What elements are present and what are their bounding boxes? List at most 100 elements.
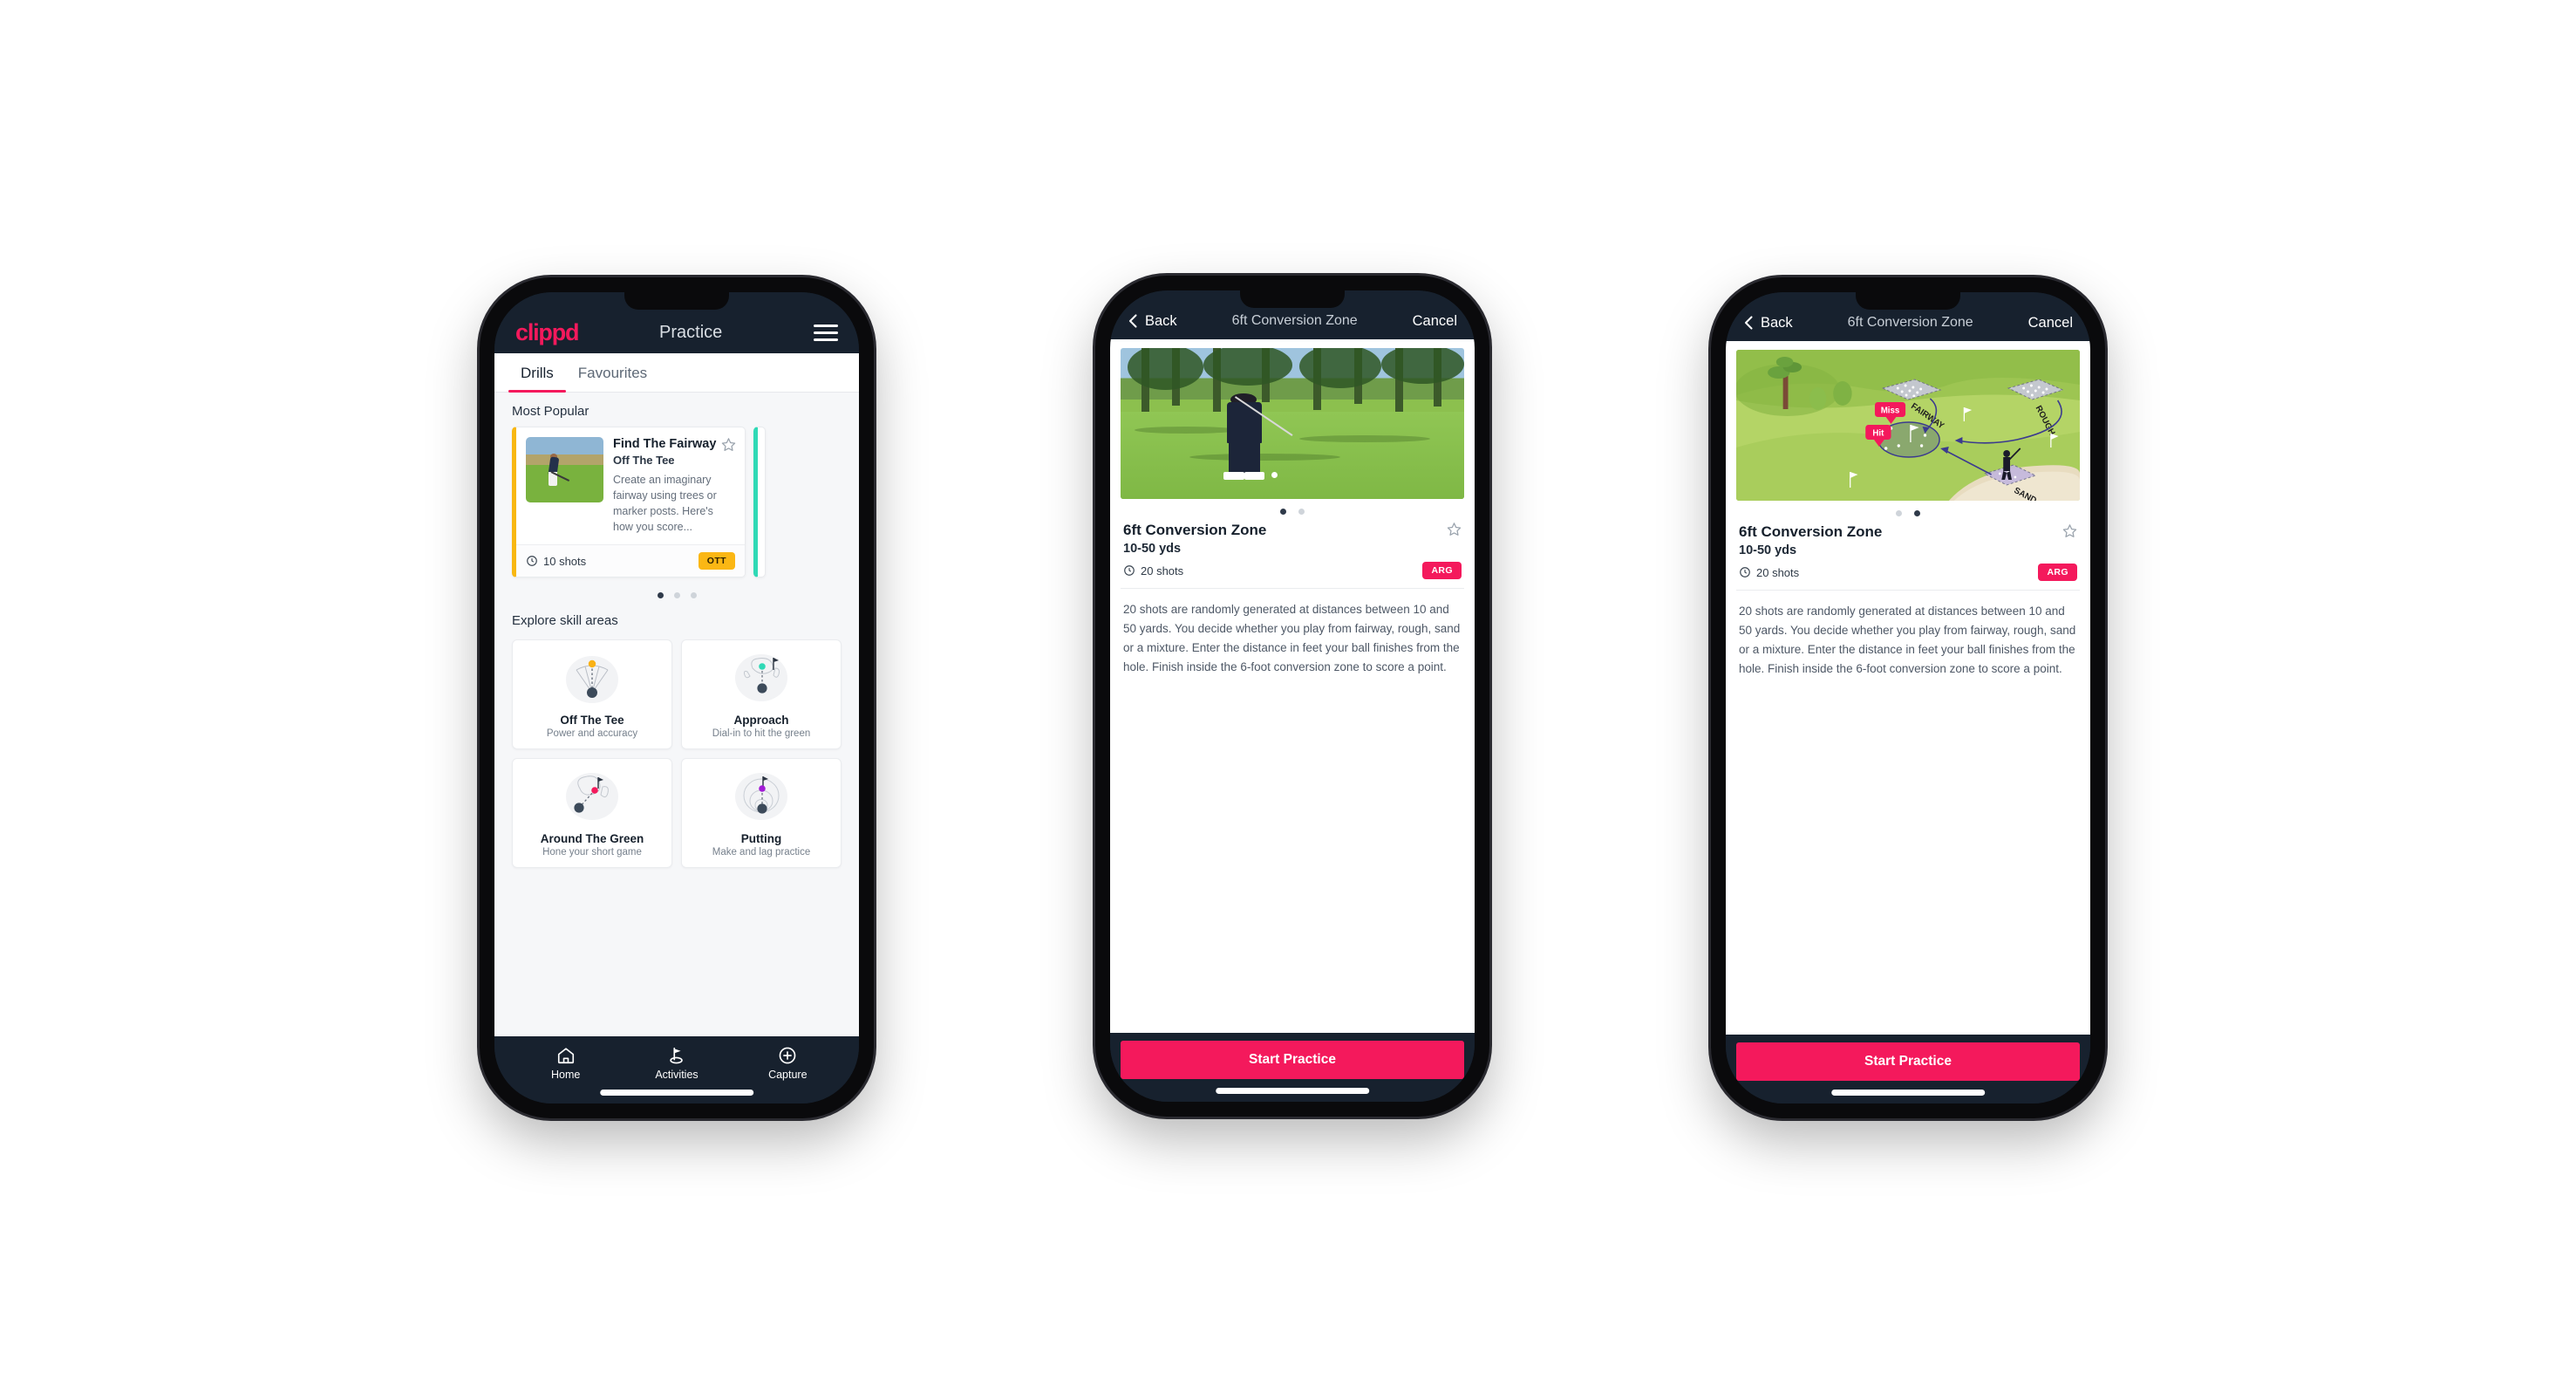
skill-subtitle: Dial-in to hit the green — [712, 728, 811, 740]
nav-item-capture[interactable]: Capture — [733, 1046, 843, 1081]
carousel-dot[interactable] — [1914, 510, 1920, 516]
tab-drills[interactable]: Drills — [508, 353, 566, 393]
detail-skill-badge: ARG — [2038, 564, 2077, 581]
phone-notch — [1240, 290, 1345, 308]
skill-title: Putting — [740, 832, 782, 846]
skill-subtitle: Hone your short game — [542, 847, 642, 858]
detail-yardage: 10-50 yds — [1739, 543, 1797, 557]
back-button[interactable]: Back — [1743, 315, 1793, 331]
chevron-left-icon — [1744, 316, 1753, 330]
illustration-label-hit: Hit — [1872, 428, 1884, 438]
screenshot-canvas: clippd Practice Drills Favourites Most P… — [0, 0, 2576, 1387]
carousel-dot[interactable] — [1280, 509, 1286, 515]
detail-shots: 20 shots — [1739, 566, 1799, 579]
cancel-button[interactable]: Cancel — [2028, 315, 2073, 331]
skill-title: Off The Tee — [560, 714, 624, 728]
tab-bar: Drills Favourites — [494, 353, 859, 393]
star-outline-icon[interactable] — [2062, 523, 2077, 538]
illustration-label-miss: Miss — [1881, 406, 1900, 415]
detail-meta-row: 20 shots ARG — [1736, 557, 2080, 591]
skill-title: Approach — [733, 714, 789, 728]
plus-circle-icon — [779, 1047, 796, 1064]
home-icon — [557, 1048, 574, 1064]
carousel-dot[interactable] — [1298, 509, 1305, 515]
carousel-dot[interactable] — [657, 592, 664, 599]
drill-shots: 10 shots — [526, 555, 586, 568]
nav-label: Activities — [655, 1069, 699, 1081]
home-indicator — [600, 1090, 753, 1096]
detail-shots: 20 shots — [1123, 564, 1183, 577]
drill-skill-badge: OTT — [698, 552, 735, 571]
putt-rings-icon — [735, 773, 787, 821]
drill-carousel[interactable]: Find The Fairway Off The Tee Create an i… — [494, 427, 859, 578]
carousel-dots — [494, 577, 859, 602]
detail-page-title: 6ft Conversion Zone — [1231, 313, 1358, 328]
hero-carousel-dots — [1121, 499, 1464, 522]
clock-icon — [1740, 567, 1750, 577]
carousel-dot[interactable] — [673, 592, 680, 599]
drill-hero-photo[interactable] — [1121, 348, 1464, 499]
cancel-button[interactable]: Cancel — [1413, 313, 1457, 330]
detail-content: FAIRWAY ROUGH SAND Miss Hit 6ft Conversi… — [1726, 341, 2090, 1035]
phone-mockup-practice-list: clippd Practice Drills Favourites Most P… — [480, 277, 874, 1118]
detail-page-title: 6ft Conversion Zone — [1847, 315, 1973, 330]
green-target-icon — [735, 654, 787, 702]
skill-subtitle: Power and accuracy — [546, 728, 638, 740]
nav-label: Home — [550, 1069, 581, 1081]
phone-notch — [624, 292, 729, 310]
back-button[interactable]: Back — [1128, 313, 1177, 330]
phone-notch — [1856, 292, 1960, 310]
practice-scroll-area[interactable]: Most Popular Find The Fairway Off The Te… — [494, 393, 859, 1036]
skill-card-putting[interactable]: Putting Make and lag practice — [681, 758, 842, 869]
nav-item-home[interactable]: Home — [510, 1046, 621, 1081]
back-label: Back — [1145, 312, 1177, 329]
drill-thumbnail — [526, 437, 603, 502]
nav-item-activities[interactable]: Activities — [621, 1046, 732, 1081]
section-most-popular-title: Most Popular — [512, 404, 589, 419]
skill-card-off-the-tee[interactable]: Off The Tee Power and accuracy — [512, 639, 672, 750]
tee-fan-icon — [566, 656, 618, 704]
phone-mockup-drill-detail-illustration: Back 6ft Conversion Zone Cancel FAIRWAY … — [1711, 277, 2105, 1118]
detail-drill-title: 6ft Conversion Zone — [1739, 523, 1883, 540]
hamburger-icon[interactable] — [814, 324, 838, 341]
chip-green-icon — [566, 773, 618, 821]
start-practice-button[interactable]: Start Practice — [1736, 1042, 2080, 1081]
nav-label: Capture — [768, 1069, 808, 1081]
start-practice-button[interactable]: Start Practice — [1121, 1041, 1464, 1079]
skill-card-approach[interactable]: Approach Dial-in to hit the green — [681, 639, 842, 750]
star-outline-icon[interactable] — [721, 437, 736, 452]
skill-subtitle: Make and lag practice — [712, 847, 811, 858]
drill-title: Find The Fairway — [613, 437, 717, 451]
hero-carousel-dots — [1736, 501, 2080, 523]
section-explore-title: Explore skill areas — [512, 613, 618, 629]
golf-flag-icon — [670, 1047, 683, 1064]
page-title: Practice — [659, 322, 723, 342]
drill-description: Create an imaginary fairway using trees … — [613, 474, 717, 533]
star-outline-icon[interactable] — [1447, 522, 1462, 536]
detail-description: 20 shots are randomly generated at dista… — [1739, 605, 2076, 675]
phone-mockup-drill-detail-photo: Back 6ft Conversion Zone Cancel 6ft Conv… — [1095, 276, 1489, 1117]
clock-icon — [527, 556, 537, 567]
detail-meta-row: 20 shots ARG — [1121, 556, 1464, 589]
detail-drill-title: 6ft Conversion Zone — [1123, 522, 1267, 538]
detail-yardage: 10-50 yds — [1123, 542, 1182, 556]
detail-shots-label: 20 shots — [1141, 564, 1184, 577]
drill-hero-illustration[interactable]: FAIRWAY ROUGH SAND Miss Hit — [1736, 350, 2080, 501]
bottom-navigation: Home Activities Capture — [494, 1036, 859, 1103]
detail-description: 20 shots are randomly generated at dista… — [1123, 603, 1461, 673]
carousel-dot[interactable] — [690, 592, 697, 599]
detail-content: 6ft Conversion Zone 10-50 yds 20 shots A… — [1110, 339, 1475, 1033]
drill-card[interactable]: Find The Fairway Off The Tee Create an i… — [512, 427, 746, 578]
skill-card-around-the-green[interactable]: Around The Green Hone your short game — [512, 758, 672, 869]
drill-card-next-peek[interactable] — [753, 427, 766, 578]
drill-shots-label: 10 shots — [543, 554, 587, 568]
tab-favourites[interactable]: Favourites — [566, 353, 659, 392]
drill-subtitle: Off The Tee — [613, 454, 675, 468]
detail-shots-label: 20 shots — [1756, 565, 1800, 579]
back-label: Back — [1761, 314, 1793, 331]
detail-skill-badge: ARG — [1422, 562, 1462, 579]
skill-areas-grid: Off The Tee Power and accuracy Approach … — [494, 636, 859, 882]
carousel-dot[interactable] — [1896, 510, 1902, 516]
cta-container: Start Practice — [1726, 1035, 2090, 1103]
detail-title-row: 6ft Conversion Zone — [1121, 522, 1464, 539]
